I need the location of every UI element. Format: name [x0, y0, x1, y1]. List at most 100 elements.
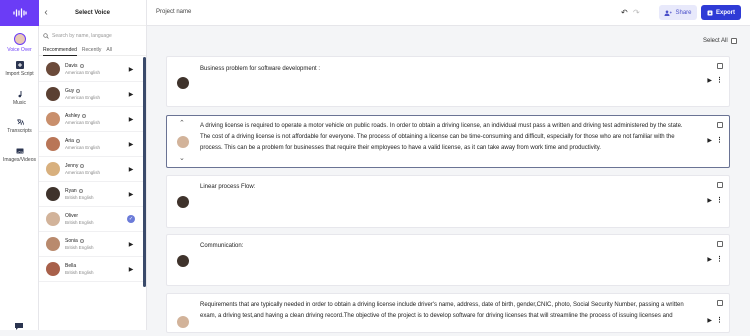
card-checkbox[interactable]: [717, 122, 723, 128]
script-text[interactable]: Requirements that are typically needed i…: [200, 300, 684, 322]
avatar: [46, 62, 60, 76]
top-bar: Project name ↶ ↷ Share Export: [147, 0, 750, 26]
avatar: [46, 162, 60, 176]
play-icon[interactable]: ▶: [126, 241, 136, 248]
voice-item-ryan[interactable]: Ryan British English ▶: [39, 182, 143, 207]
export-button[interactable]: Export: [701, 5, 741, 20]
voice-search-input[interactable]: Search by name, language: [52, 33, 112, 39]
voice-language: British English: [65, 220, 94, 225]
back-arrow-icon[interactable]: ‹: [39, 7, 53, 18]
voice-list-scrollbar[interactable]: [143, 57, 146, 287]
select-voice-panel: ‹ Select Voice Search by name, language …: [39, 0, 147, 330]
voice-language: American English: [65, 170, 101, 175]
more-icon[interactable]: ⋮: [716, 196, 723, 204]
card-checkbox[interactable]: [717, 300, 723, 306]
play-icon[interactable]: ▶: [126, 166, 136, 173]
info-icon[interactable]: [80, 163, 85, 168]
play-icon[interactable]: ▶: [126, 191, 136, 198]
play-icon[interactable]: ▶: [126, 91, 136, 98]
card-checkbox[interactable]: [717, 63, 723, 69]
card-checkbox[interactable]: [717, 182, 723, 188]
project-name[interactable]: Project name: [156, 9, 191, 15]
rail-transcripts[interactable]: Transcripts: [0, 118, 39, 134]
voice-item-ashley[interactable]: Ashley American English ▶: [39, 107, 143, 132]
script-card[interactable]: Communication: ▶ ⋮: [166, 234, 730, 286]
voice-name: Davis: [65, 63, 78, 69]
translate-icon: [16, 119, 24, 126]
play-icon[interactable]: ▶: [707, 77, 712, 84]
more-icon[interactable]: ⋮: [716, 316, 723, 324]
voice-language: American English: [65, 70, 101, 75]
play-icon[interactable]: ▶: [126, 266, 136, 273]
info-icon[interactable]: [79, 238, 84, 243]
chat-button[interactable]: [14, 318, 24, 336]
rail-music[interactable]: Music: [0, 90, 39, 106]
voice-language: British English: [65, 270, 94, 275]
redo-icon[interactable]: ↷: [633, 8, 640, 17]
app-logo[interactable]: [0, 0, 39, 26]
play-icon[interactable]: ▶: [126, 141, 136, 148]
play-icon[interactable]: ▶: [707, 137, 712, 144]
voice-name: Jenny: [65, 163, 79, 169]
rail-voice-over-label: Voice Over: [7, 47, 32, 53]
rail-voice-over[interactable]: Voice Over: [0, 33, 39, 53]
script-text[interactable]: Linear process Flow:: [200, 182, 684, 193]
info-icon[interactable]: [75, 138, 80, 143]
avatar: [177, 136, 189, 148]
waveform-icon: [12, 8, 27, 18]
tab-all[interactable]: All: [106, 44, 112, 56]
rail-import-script[interactable]: Import Script: [0, 61, 39, 77]
chevron-down-icon[interactable]: ⌄: [179, 154, 185, 162]
share-button[interactable]: Share: [659, 5, 697, 20]
play-icon[interactable]: ▶: [707, 197, 712, 204]
rail-images-videos-label: Images/Videos: [3, 157, 36, 163]
select-all[interactable]: Select All: [703, 38, 737, 44]
play-icon[interactable]: ▶: [707, 256, 712, 263]
voice-item-guy[interactable]: Guy American English ▶: [39, 82, 143, 107]
more-icon[interactable]: ⋮: [716, 76, 723, 84]
voice-language: American English: [65, 120, 101, 125]
info-icon[interactable]: [78, 188, 83, 193]
info-icon[interactable]: [76, 88, 81, 93]
undo-icon[interactable]: ↶: [621, 8, 628, 17]
play-icon[interactable]: ▶: [126, 66, 136, 73]
voice-language: British English: [65, 195, 94, 200]
voice-item-oliver[interactable]: Oliver British English ✓: [39, 207, 143, 232]
rail-images-videos[interactable]: Images/Videos: [0, 147, 39, 163]
voice-item-sonia[interactable]: Sonia British English ▶: [39, 232, 143, 257]
script-card[interactable]: Requirements that are typically needed i…: [166, 293, 730, 333]
avatar: [46, 87, 60, 101]
script-text[interactable]: A driving license is required to operate…: [200, 121, 684, 154]
tab-recommended[interactable]: Recommended: [43, 44, 77, 56]
voice-search[interactable]: Search by name, language: [43, 30, 142, 41]
voice-name: Bella: [65, 263, 77, 269]
script-card[interactable]: Business problem for software developmen…: [166, 56, 730, 107]
panel-title: Select Voice: [75, 9, 110, 16]
tab-recently[interactable]: Recently: [82, 44, 101, 56]
voice-item-jenny[interactable]: Jenny American English ▶: [39, 157, 143, 182]
script-card[interactable]: Linear process Flow: ▶ ⋮: [166, 175, 730, 228]
script-text[interactable]: Business problem for software developmen…: [200, 64, 684, 75]
voice-name: Ryan: [65, 188, 77, 194]
add-user-icon: [664, 10, 673, 16]
script-card[interactable]: ⌃ ⌄ A driving license is required to ope…: [166, 115, 730, 168]
play-icon[interactable]: ▶: [126, 116, 136, 123]
select-all-checkbox[interactable]: [730, 38, 737, 44]
avatar: [177, 255, 189, 267]
avatar: [46, 137, 60, 151]
chevron-up-icon[interactable]: ⌃: [179, 119, 185, 127]
avatar: [46, 237, 60, 251]
voice-item-bella[interactable]: Bella British English ▶: [39, 257, 143, 282]
voice-name: Guy: [65, 88, 75, 94]
info-icon[interactable]: [82, 113, 87, 118]
script-text[interactable]: Communication:: [200, 241, 684, 252]
play-icon[interactable]: ▶: [707, 317, 712, 324]
card-checkbox[interactable]: [717, 241, 723, 247]
info-icon[interactable]: [79, 63, 84, 68]
voice-item-aria[interactable]: Aria American English ▶: [39, 132, 143, 157]
more-icon[interactable]: ⋮: [716, 136, 723, 144]
voice-item-davis[interactable]: Davis American English ▶: [39, 57, 143, 82]
voice-name: Sonia: [65, 238, 78, 244]
voice-name: Oliver: [65, 213, 79, 219]
more-icon[interactable]: ⋮: [716, 255, 723, 263]
